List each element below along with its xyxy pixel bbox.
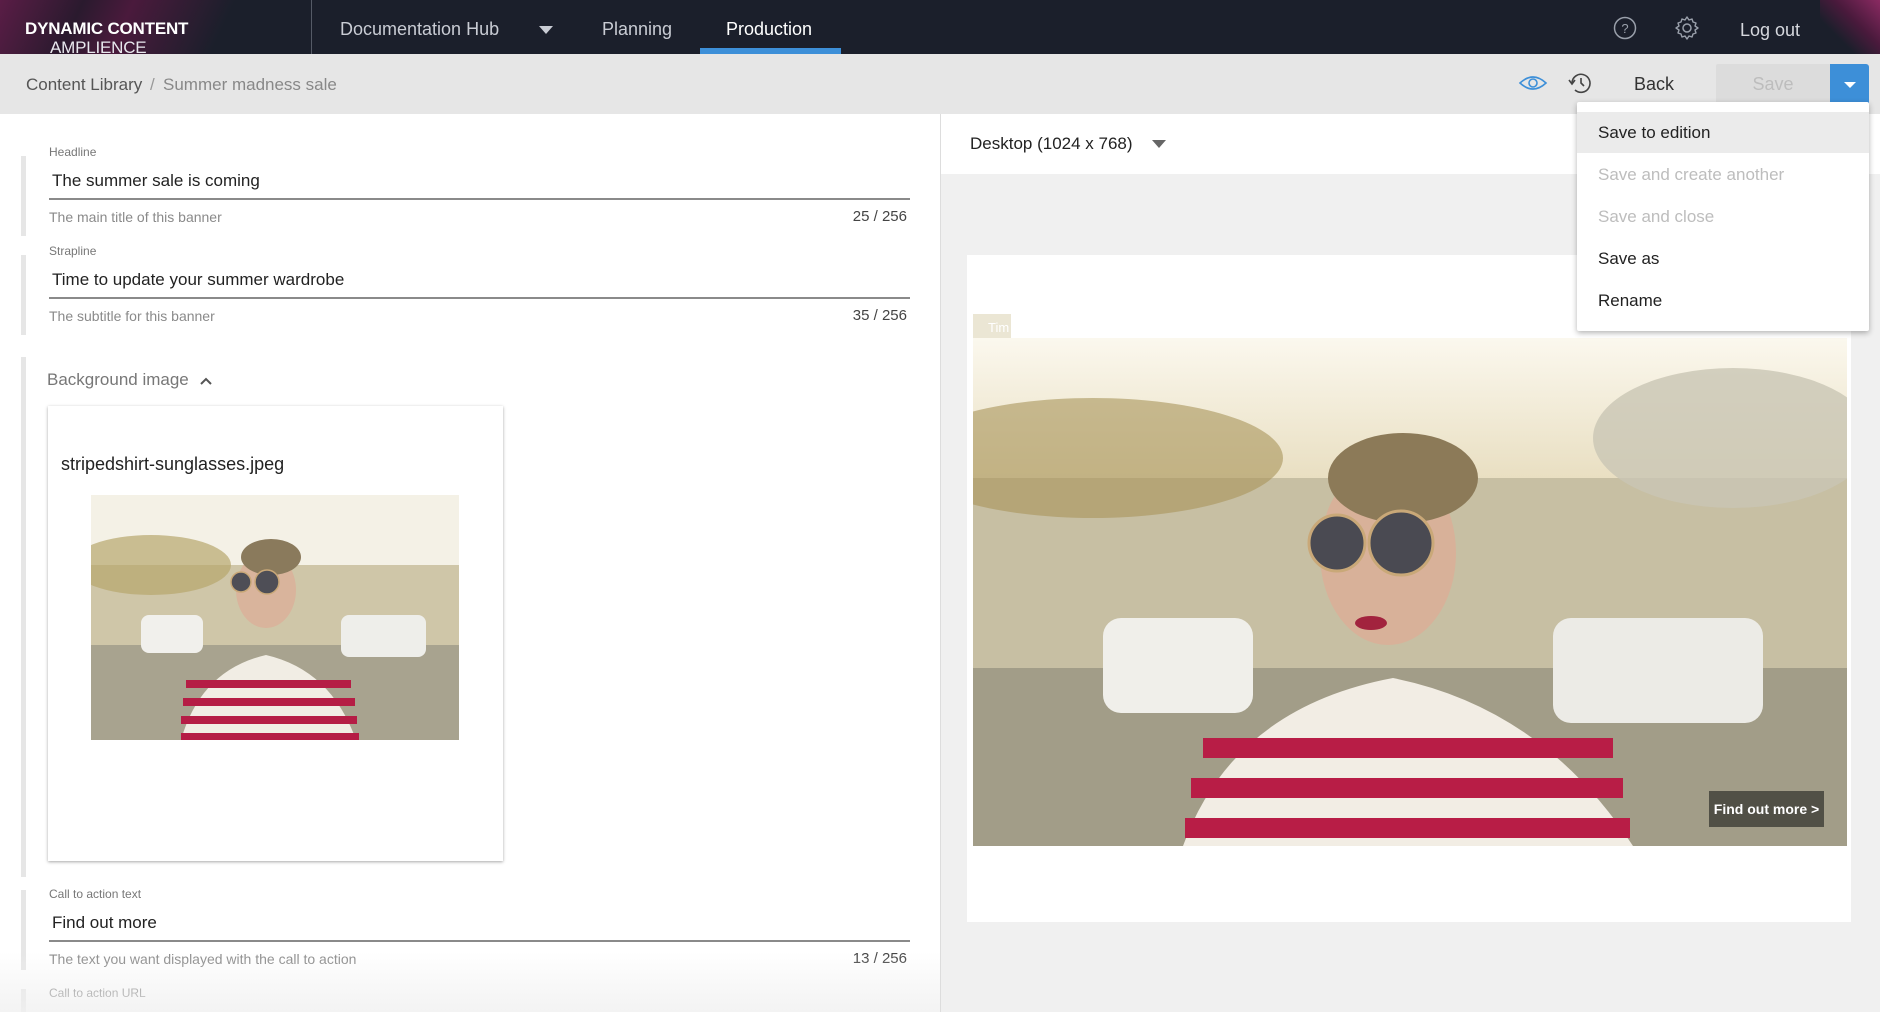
- preview-frame: Tim Find out more >: [967, 255, 1851, 922]
- brand-bold: DYNAMIC CONTENT: [25, 19, 189, 38]
- strapline-input[interactable]: Time to update your summer wardrobe: [52, 270, 344, 290]
- field-indicator: [21, 156, 26, 236]
- input-underline: [49, 940, 910, 942]
- strapline-label: Strapline: [49, 244, 97, 258]
- top-nav-bar: AMPLIENCE DYNAMIC CONTENT Documentation …: [0, 0, 1880, 57]
- cta-text-label: Call to action text: [49, 887, 142, 901]
- preview-eye-icon[interactable]: [1518, 71, 1548, 95]
- headline-char-count: 25 / 256: [852, 208, 907, 225]
- menu-item-save-and-close[interactable]: Save and close: [1577, 196, 1869, 237]
- content-form: Headline The summer sale is coming The m…: [0, 114, 940, 1012]
- back-button[interactable]: Back: [1620, 64, 1688, 104]
- cta-text-input[interactable]: Find out more: [52, 913, 157, 933]
- hub-selector[interactable]: Documentation Hub: [340, 19, 499, 40]
- chevron-down-icon[interactable]: [1152, 140, 1166, 148]
- scroll-fade: [0, 952, 940, 1012]
- history-icon[interactable]: [1567, 70, 1593, 96]
- device-selector[interactable]: Desktop (1024 x 768): [970, 134, 1133, 154]
- asset-thumbnail: [91, 495, 459, 740]
- strapline-hint: The subtitle for this banner: [49, 308, 215, 324]
- menu-item-save-as[interactable]: Save as: [1577, 238, 1869, 279]
- save-options-toggle[interactable]: [1830, 64, 1869, 104]
- save-options-menu: Save to edition Save and create another …: [1577, 102, 1869, 331]
- menu-item-save-to-edition[interactable]: Save to edition: [1577, 112, 1869, 153]
- field-indicator: [21, 255, 26, 335]
- svg-text:?: ?: [1621, 21, 1628, 36]
- input-underline: [49, 198, 910, 200]
- headline-input[interactable]: The summer sale is coming: [52, 171, 260, 191]
- breadcrumb-separator: /: [150, 75, 155, 94]
- gear-icon[interactable]: [1674, 15, 1700, 41]
- headline-label: Headline: [49, 145, 97, 159]
- strapline-char-count: 35 / 256: [852, 307, 907, 324]
- chevron-up-icon[interactable]: [199, 374, 213, 388]
- tab-planning[interactable]: Planning: [602, 19, 672, 40]
- logout-link[interactable]: Log out: [1740, 20, 1800, 41]
- headline-hint: The main title of this banner: [49, 209, 222, 225]
- woman-sunglasses-photo: [91, 495, 459, 740]
- field-indicator: [21, 357, 26, 877]
- image-asset-card[interactable]: stripedshirt-sunglasses.jpeg: [48, 406, 503, 861]
- caret-down-icon: [1844, 82, 1856, 88]
- preview-cta-button[interactable]: Find out more >: [1709, 791, 1824, 827]
- input-underline: [49, 297, 910, 299]
- decorative-corner: [1820, 0, 1880, 54]
- help-icon[interactable]: ?: [1612, 15, 1638, 41]
- breadcrumb-content-library[interactable]: Content Library: [26, 75, 142, 95]
- chevron-down-icon[interactable]: [539, 26, 553, 34]
- preview-banner-image: [973, 338, 1847, 846]
- background-image-title[interactable]: Background image: [47, 370, 189, 390]
- tab-production[interactable]: Production: [726, 19, 812, 40]
- menu-item-rename[interactable]: Rename: [1577, 280, 1869, 321]
- breadcrumb-current: Summer madness sale: [163, 75, 337, 94]
- menu-item-save-and-create-another[interactable]: Save and create another: [1577, 154, 1869, 195]
- save-button[interactable]: Save: [1716, 64, 1830, 104]
- asset-filename: stripedshirt-sunglasses.jpeg: [61, 454, 285, 474]
- brand-logo[interactable]: AMPLIENCE DYNAMIC CONTENT: [0, 0, 312, 57]
- woman-sunglasses-photo: [973, 338, 1847, 846]
